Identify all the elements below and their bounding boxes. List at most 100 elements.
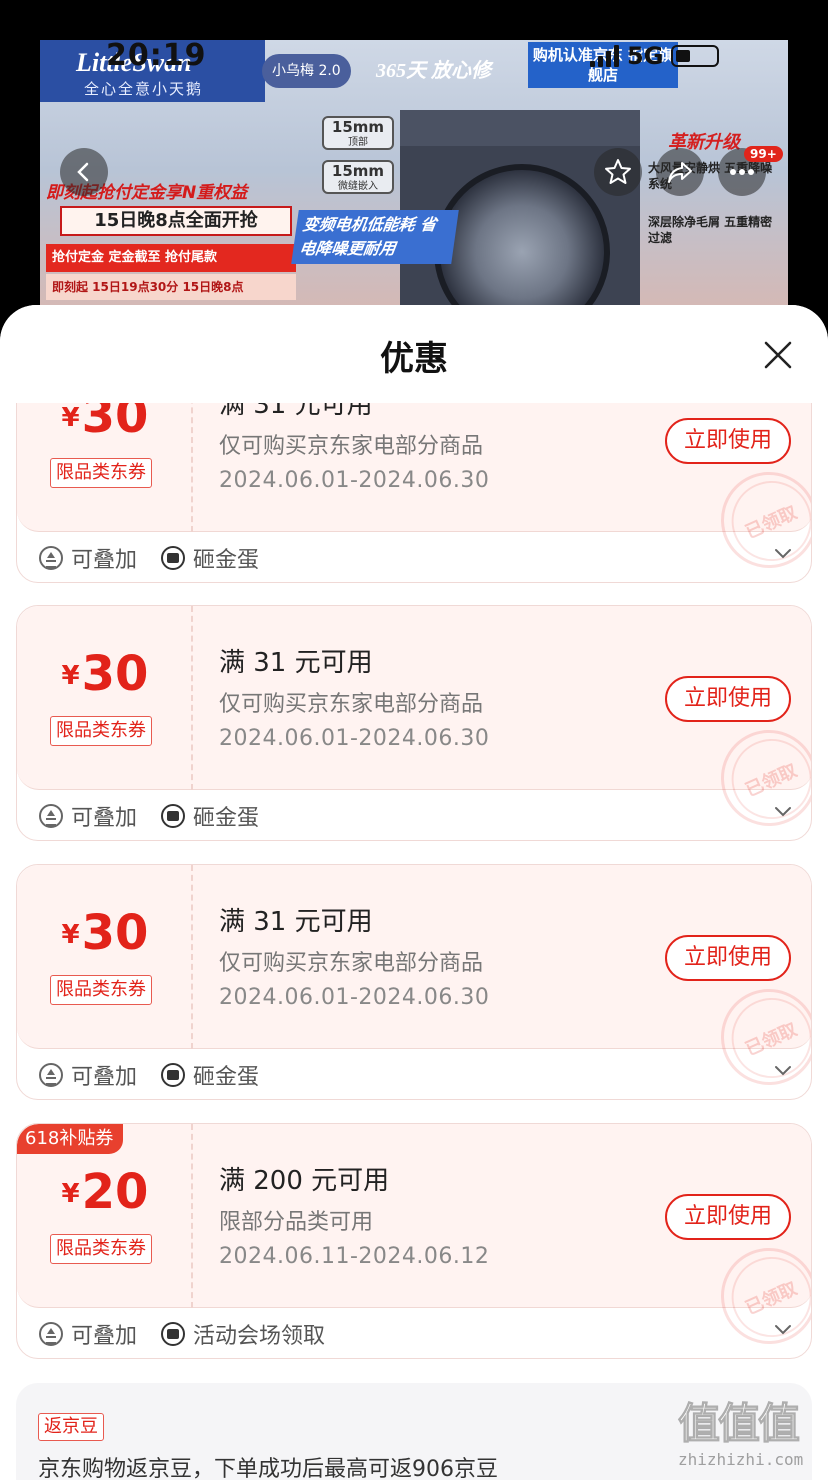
brand-slogan: 全心全意小天鹅	[84, 80, 204, 98]
promo-steps: 抢付定金 定金截至 抢付尾款	[46, 244, 296, 272]
coupon-sheet: ¥30 限品类东券 满 31 元可用 仅可购买京东家电部分商品 2024.06.…	[0, 305, 828, 1480]
amount-value: 30	[81, 905, 149, 961]
coupon-footer[interactable]: 可叠加 砸金蛋	[17, 790, 811, 840]
share-button[interactable]	[656, 148, 704, 196]
close-icon[interactable]	[760, 337, 796, 373]
coupon-period: 2024.06.11-2024.06.12	[219, 1244, 490, 1269]
subsidy-corner-tag: 618补贴券	[17, 1124, 124, 1154]
jd-bean-tag: 返京豆	[38, 1413, 104, 1441]
jd-bean-text: 京东购物返京豆，下单成功后最高可返906京豆	[38, 1457, 498, 1480]
signal-icon	[590, 45, 619, 67]
coupon-card: ¥30 限品类东券 满 31 元可用 仅可购买京东家电部分商品 2024.06.…	[16, 864, 812, 1100]
coupon-list[interactable]: ¥30 限品类东券 满 31 元可用 仅可购买京东家电部分商品 2024.06.…	[0, 305, 828, 1480]
coupon-period: 2024.06.01-2024.06.30	[219, 468, 490, 493]
sheet-title: 优惠	[380, 339, 448, 379]
coupon-scope: 仅可购买京东家电部分商品	[219, 951, 484, 976]
coupon-category-tag: 限品类东券	[50, 975, 152, 1005]
source-icon	[161, 804, 185, 828]
coupon-amount: ¥30	[17, 646, 193, 702]
stackable-icon	[39, 1063, 63, 1087]
coupon-category-tag: 限品类东券	[50, 458, 152, 488]
amount-value: 20	[81, 1164, 149, 1220]
coupon-scope: 仅可购买京东家电部分商品	[219, 434, 484, 459]
chevron-down-icon[interactable]	[773, 1324, 793, 1336]
watermark-logo: 值值值	[677, 1399, 800, 1449]
back-button[interactable]	[60, 148, 108, 196]
favorite-button[interactable]	[594, 148, 642, 196]
amount-value: 30	[81, 646, 149, 702]
source-icon	[161, 1322, 185, 1346]
coupon-source: 活动会场领取	[193, 1324, 326, 1349]
currency-symbol: ¥	[61, 920, 80, 950]
cart-badge: 99+	[744, 146, 783, 162]
spec-side: 15mm 微缝嵌入	[322, 160, 394, 194]
coupon-period: 2024.06.01-2024.06.30	[219, 985, 490, 1010]
coupon-card: 618补贴券 ¥20 限品类东券 满 200 元可用 限部分品类可用 2024.…	[16, 1123, 812, 1359]
coupon-period: 2024.06.01-2024.06.30	[219, 726, 490, 751]
use-now-button[interactable]: 立即使用	[665, 1194, 791, 1240]
chevron-down-icon[interactable]	[773, 548, 793, 560]
source-icon	[161, 546, 185, 570]
coupon-scope: 仅可购买京东家电部分商品	[219, 692, 484, 717]
source-icon	[161, 1063, 185, 1087]
service-slogan: 365天 放心修	[376, 60, 491, 82]
status-time: 20:19	[106, 38, 207, 73]
share-icon	[668, 162, 692, 183]
site-watermark: 值值值 zhizhizhi.com	[668, 1390, 828, 1480]
coupon-body: ¥30 限品类东券 满 31 元可用 仅可购买京东家电部分商品 2024.06.…	[17, 865, 811, 1099]
stackable-label: 可叠加	[71, 806, 138, 831]
spec-top-value: 15mm	[331, 118, 385, 136]
promo-times: 即刻起 15日19点30分 15日晚8点	[46, 274, 296, 300]
battery-icon	[671, 45, 720, 67]
coupon-condition: 满 200 元可用	[219, 1166, 390, 1196]
chevron-left-icon	[77, 162, 89, 182]
coupon-body: ¥30 限品类东券 满 31 元可用 仅可购买京东家电部分商品 2024.06.…	[17, 606, 811, 840]
washer-panel	[400, 110, 640, 146]
coupon-condition: 满 31 元可用	[219, 907, 373, 937]
stackable-icon	[39, 804, 63, 828]
chevron-down-icon[interactable]	[773, 1065, 793, 1077]
star-icon	[605, 159, 631, 184]
coupon-category-tag: 限品类东券	[50, 1234, 152, 1264]
coupon-scope: 限部分品类可用	[219, 1210, 374, 1235]
use-now-button[interactable]: 立即使用	[665, 935, 791, 981]
stackable-label: 可叠加	[71, 1324, 138, 1349]
use-now-button[interactable]: 立即使用	[665, 418, 791, 464]
currency-symbol: ¥	[61, 403, 80, 433]
spec-top-label: 顶部	[348, 137, 368, 148]
product-chip: 小乌梅 2.0	[262, 54, 351, 88]
spec-side-label: 微缝嵌入	[338, 181, 378, 192]
more-icon	[730, 169, 754, 175]
spec-side-value: 15mm	[331, 162, 385, 180]
coupon-footer[interactable]: 可叠加 活动会场领取	[17, 1308, 811, 1358]
coupon-amount: ¥20	[17, 1164, 193, 1220]
coupon-value-area: ¥30 限品类东券	[17, 865, 193, 1049]
coupon-category-tag: 限品类东券	[50, 716, 152, 746]
stackable-icon	[39, 546, 63, 570]
coupon-card: ¥30 限品类东券 满 31 元可用 仅可购买京东家电部分商品 2024.06.…	[16, 605, 812, 841]
coupon-source: 砸金蛋	[193, 1065, 260, 1090]
sheet-header: 优惠	[0, 305, 828, 403]
chevron-down-icon[interactable]	[773, 806, 793, 818]
spec-top: 15mm 顶部	[322, 116, 394, 150]
feature-tag: 变频电机低能耗 省电降噪更耐用	[291, 210, 459, 264]
coupon-source: 砸金蛋	[193, 806, 260, 831]
coupon-amount: ¥30	[17, 905, 193, 961]
coupon-source: 砸金蛋	[193, 548, 260, 573]
currency-symbol: ¥	[61, 661, 80, 691]
coupon-footer[interactable]: 可叠加 砸金蛋	[17, 532, 811, 582]
screen: LittleSwan 全心全意小天鹅 小乌梅 2.0 365天 放心修 购机认准…	[0, 0, 828, 1480]
stackable-label: 可叠加	[71, 548, 138, 573]
use-now-button[interactable]: 立即使用	[665, 676, 791, 722]
currency-symbol: ¥	[61, 1179, 80, 1209]
coupon-footer[interactable]: 可叠加 砸金蛋	[17, 1049, 811, 1099]
status-icons: 5G	[590, 42, 720, 70]
feature-item: 深层除净毛屑 五重精密过滤	[648, 215, 773, 245]
coupon-condition: 满 31 元可用	[219, 648, 373, 678]
stackable-label: 可叠加	[71, 1065, 138, 1090]
network-label: 5G	[627, 42, 664, 70]
watermark-url: zhizhizhi.com	[678, 1450, 804, 1469]
coupon-value-area: ¥30 限品类东券	[17, 606, 193, 790]
promo-start: 15日晚8点全面开抢	[60, 206, 292, 236]
stackable-icon	[39, 1322, 63, 1346]
